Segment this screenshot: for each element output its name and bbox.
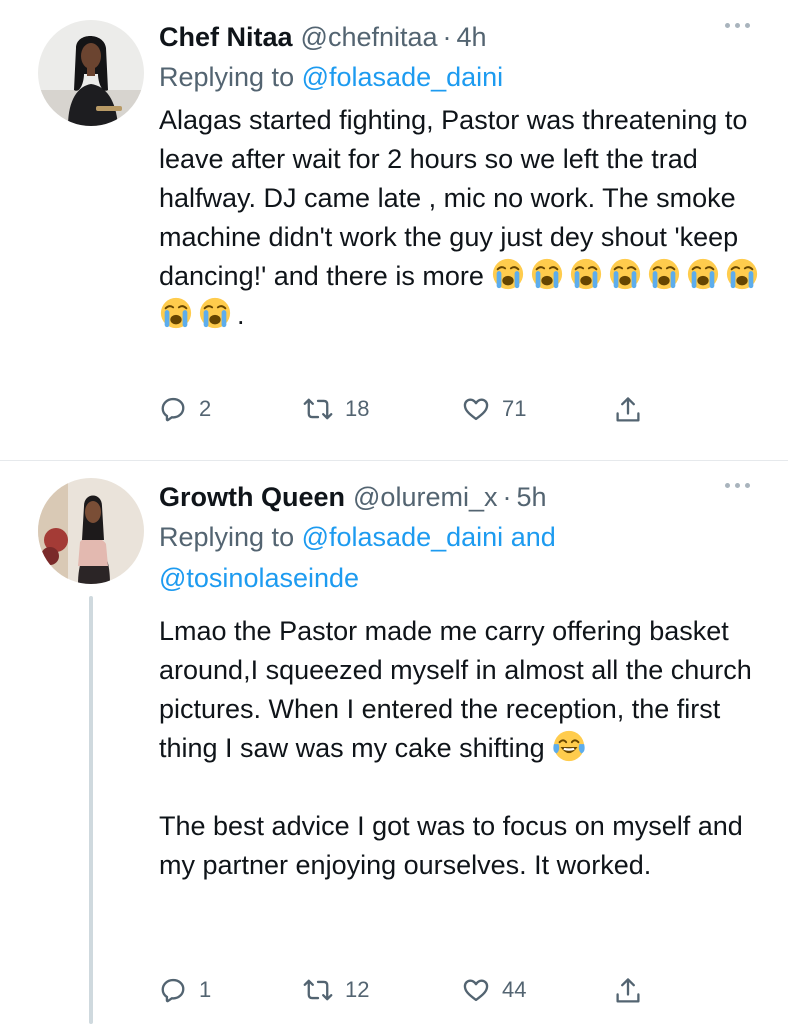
share-button[interactable] [614, 976, 642, 1006]
action-bar: 2 18 71 [159, 395, 659, 435]
loudly-crying-face-icon [159, 296, 193, 330]
avatar-image [38, 20, 144, 126]
tweet[interactable]: Chef Nitaa @chefnitaa · 4h Replying to @… [0, 0, 788, 460]
handle[interactable]: @chefnitaa [301, 22, 438, 53]
avatar-image [38, 478, 144, 584]
tweet-header: Growth Queen @oluremi_x · 5h [159, 477, 762, 517]
tweet-text: Lmao the Pastor made me carry offering b… [159, 612, 769, 885]
retweet-button[interactable]: 18 [303, 395, 369, 423]
reply-button[interactable]: 1 [159, 976, 211, 1004]
loudly-crying-face-icon [530, 257, 564, 291]
loudly-crying-face-icon [569, 257, 603, 291]
tweet-text: Alagas started fighting, Pastor was thre… [159, 101, 769, 335]
reply-icon [161, 397, 185, 422]
like-count: 71 [502, 396, 527, 421]
loudly-crying-face-icon [686, 257, 720, 291]
timestamp[interactable]: 4h [457, 22, 487, 53]
face-with-tears-of-joy-icon [552, 729, 586, 763]
like-button[interactable]: 71 [462, 395, 526, 423]
action-bar: 1 12 44 [159, 976, 659, 1016]
reply-context: Replying to @folasade_daini [159, 57, 762, 98]
mention-link[interactable]: @tosinolaseinde [159, 563, 359, 593]
reply-icon [161, 978, 185, 1003]
tweet-text-body: The best advice I got was to focus on my… [159, 811, 743, 880]
more-icon[interactable] [725, 23, 750, 28]
like-count: 44 [502, 977, 527, 1002]
tweet-paragraph: Lmao the Pastor made me carry offering b… [159, 612, 769, 768]
loudly-crying-face-icon [725, 257, 759, 291]
retweet-button[interactable]: 12 [303, 976, 369, 1004]
mention-link[interactable]: @folasade_daini [302, 522, 504, 552]
tweet-header: Chef Nitaa @chefnitaa · 4h [159, 17, 762, 57]
tweet-text-body: Lmao the Pastor made me carry offering b… [159, 616, 752, 763]
timestamp[interactable]: 5h [516, 482, 546, 513]
loudly-crying-face-icon [491, 257, 525, 291]
like-icon [463, 979, 489, 1002]
retweet-count: 18 [345, 396, 370, 421]
like-icon [463, 398, 489, 421]
retweet-count: 12 [345, 977, 370, 1002]
reply-count: 1 [199, 977, 212, 1002]
thread-line [89, 596, 93, 1024]
like-button[interactable]: 44 [462, 976, 526, 1004]
tweet[interactable]: Growth Queen @oluremi_x · 5h Replying to… [0, 461, 788, 1024]
tweet-paragraph: The best advice I got was to focus on my… [159, 807, 769, 885]
tweet-text-suffix: . [237, 300, 245, 330]
separator: · [442, 21, 452, 52]
retweet-icon [303, 979, 333, 1001]
more-icon[interactable] [725, 483, 750, 488]
display-name[interactable]: Chef Nitaa [159, 22, 293, 53]
display-name[interactable]: Growth Queen [159, 482, 345, 513]
share-icon [616, 397, 640, 422]
loudly-crying-face-icon [608, 257, 642, 291]
loudly-crying-face-icon [198, 296, 232, 330]
reply-prefix: Replying to [159, 62, 295, 92]
retweet-icon [303, 398, 333, 420]
reply-context: Replying to @folasade_daini and @tosinol… [159, 517, 762, 599]
handle[interactable]: @oluremi_x [353, 482, 497, 513]
reply-count: 2 [199, 396, 212, 421]
share-button[interactable] [614, 395, 642, 425]
mention-link[interactable]: @folasade_daini [302, 62, 504, 92]
avatar[interactable] [38, 478, 144, 584]
reply-prefix: Replying to [159, 522, 295, 552]
loudly-crying-face-icon [647, 257, 681, 291]
avatar[interactable] [38, 20, 144, 126]
reply-button[interactable]: 2 [159, 395, 211, 423]
share-icon [616, 978, 640, 1003]
separator: · [502, 481, 512, 512]
mention-and[interactable]: and [511, 522, 556, 552]
